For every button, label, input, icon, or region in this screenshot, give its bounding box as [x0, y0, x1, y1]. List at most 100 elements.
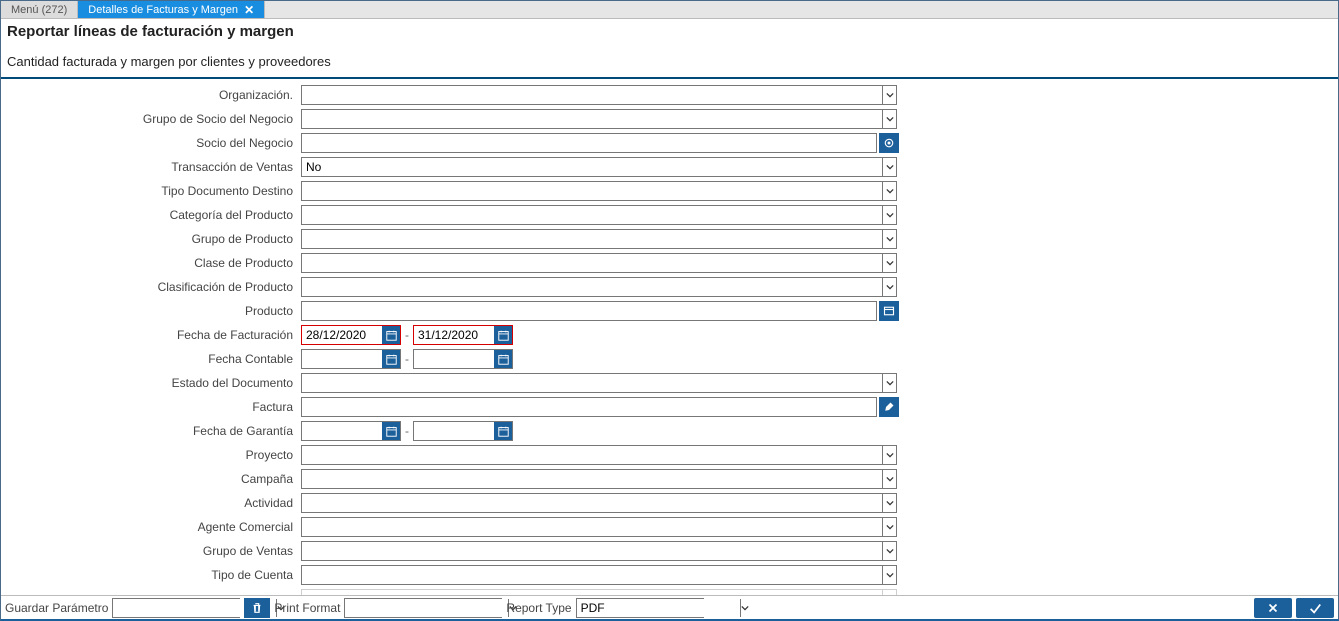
chevron-down-icon[interactable] — [882, 206, 896, 224]
label-factura: Factura — [1, 400, 301, 414]
input-fecha-fact-from[interactable] — [302, 326, 382, 344]
input-organizacion[interactable] — [302, 86, 882, 104]
tab-strip: Menú (272) Detalles de Facturas y Margen… — [1, 1, 1338, 19]
field-fecha-cont-from[interactable] — [301, 349, 401, 369]
chevron-down-icon[interactable] — [882, 446, 896, 464]
input-grupo-ventas[interactable] — [302, 542, 882, 560]
ok-button[interactable] — [1296, 598, 1334, 618]
chevron-down-icon[interactable] — [882, 590, 896, 595]
label-tipo-cuenta: Tipo de Cuenta — [1, 568, 301, 582]
calendar-icon[interactable] — [382, 326, 400, 344]
close-icon[interactable]: ✕ — [244, 3, 254, 17]
field-campana[interactable] — [301, 469, 897, 489]
input-cat-producto[interactable] — [302, 206, 882, 224]
field-cat-producto[interactable] — [301, 205, 897, 225]
input-fecha-cont-to[interactable] — [414, 350, 494, 368]
cancel-button[interactable] — [1254, 598, 1292, 618]
tab-menu[interactable]: Menú (272) — [1, 1, 78, 18]
label-cat-producto: Categoría del Producto — [1, 208, 301, 222]
field-clasif-producto[interactable] — [301, 277, 897, 297]
delete-param-button[interactable] — [244, 598, 270, 618]
field-producto[interactable] — [301, 301, 877, 321]
field-estado-doc[interactable] — [301, 373, 897, 393]
label-socio: Socio del Negocio — [1, 136, 301, 150]
lookup-socio-button[interactable] — [879, 133, 899, 153]
tab-active[interactable]: Detalles de Facturas y Margen ✕ — [78, 1, 265, 18]
input-fecha-fact-to[interactable] — [414, 326, 494, 344]
label-print-format: Print Format — [274, 601, 340, 615]
input-fecha-cont-from[interactable] — [302, 350, 382, 368]
field-fecha-fact-to[interactable] — [413, 325, 513, 345]
chevron-down-icon[interactable] — [882, 470, 896, 488]
field-next-hidden[interactable] — [301, 589, 897, 595]
field-txn-ventas[interactable] — [301, 157, 897, 177]
input-socio[interactable] — [302, 134, 876, 152]
input-clasif-producto[interactable] — [302, 278, 882, 296]
field-grupo-producto[interactable] — [301, 229, 897, 249]
chevron-down-icon[interactable] — [882, 110, 896, 128]
input-grupo-socio[interactable] — [302, 110, 882, 128]
field-grupo-socio[interactable] — [301, 109, 897, 129]
calendar-icon[interactable] — [382, 350, 400, 368]
chevron-down-icon[interactable] — [882, 158, 896, 176]
field-tipo-doc-destino[interactable] — [301, 181, 897, 201]
field-tipo-cuenta[interactable] — [301, 565, 897, 585]
field-agente[interactable] — [301, 517, 897, 537]
field-organizacion[interactable] — [301, 85, 897, 105]
lookup-factura-button[interactable] — [879, 397, 899, 417]
chevron-down-icon[interactable] — [882, 86, 896, 104]
input-estado-doc[interactable] — [302, 374, 882, 392]
label-guardar-param: Guardar Parámetro — [5, 601, 108, 615]
calendar-icon[interactable] — [494, 326, 512, 344]
lookup-producto-button[interactable] — [879, 301, 899, 321]
chevron-down-icon[interactable] — [882, 518, 896, 536]
label-grupo-socio: Grupo de Socio del Negocio — [1, 112, 301, 126]
chevron-down-icon[interactable] — [882, 494, 896, 512]
input-actividad[interactable] — [302, 494, 882, 512]
field-factura[interactable] — [301, 397, 877, 417]
calendar-icon[interactable] — [494, 422, 512, 440]
chevron-down-icon[interactable] — [882, 182, 896, 200]
label-txn-ventas: Transacción de Ventas — [1, 160, 301, 174]
input-campana[interactable] — [302, 470, 882, 488]
tab-menu-label: Menú (272) — [11, 4, 67, 16]
field-report-type[interactable] — [576, 598, 704, 618]
input-proyecto[interactable] — [302, 446, 882, 464]
input-report-type[interactable] — [577, 599, 740, 617]
range-dash: - — [401, 328, 413, 342]
input-tipo-doc-destino[interactable] — [302, 182, 882, 200]
calendar-icon[interactable] — [494, 350, 512, 368]
field-proyecto[interactable] — [301, 445, 897, 465]
chevron-down-icon[interactable] — [882, 542, 896, 560]
field-fecha-fact-from[interactable] — [301, 325, 401, 345]
input-print-format[interactable] — [345, 599, 508, 617]
input-grupo-producto[interactable] — [302, 230, 882, 248]
field-fecha-cont-to[interactable] — [413, 349, 513, 369]
label-proyecto: Proyecto — [1, 448, 301, 462]
input-fecha-garantia-from[interactable] — [302, 422, 382, 440]
field-guardar-param[interactable] — [112, 598, 240, 618]
input-clase-producto[interactable] — [302, 254, 882, 272]
field-actividad[interactable] — [301, 493, 897, 513]
input-agente[interactable] — [302, 518, 882, 536]
field-socio[interactable] — [301, 133, 877, 153]
chevron-down-icon[interactable] — [882, 566, 896, 584]
chevron-down-icon[interactable] — [882, 230, 896, 248]
field-clase-producto[interactable] — [301, 253, 897, 273]
chevron-down-icon[interactable] — [882, 278, 896, 296]
chevron-down-icon[interactable] — [740, 599, 749, 617]
field-grupo-ventas[interactable] — [301, 541, 897, 561]
form-area: Organización. Grupo de Socio del Negocio… — [1, 79, 1338, 595]
field-print-format[interactable] — [344, 598, 502, 618]
calendar-icon[interactable] — [382, 422, 400, 440]
field-fecha-garantia-from[interactable] — [301, 421, 401, 441]
input-txn-ventas[interactable] — [302, 158, 882, 176]
input-producto[interactable] — [302, 302, 876, 320]
chevron-down-icon[interactable] — [882, 254, 896, 272]
field-fecha-garantia-to[interactable] — [413, 421, 513, 441]
chevron-down-icon[interactable] — [882, 374, 896, 392]
input-factura[interactable] — [302, 398, 876, 416]
input-fecha-garantia-to[interactable] — [414, 422, 494, 440]
label-fecha-fact: Fecha de Facturación — [1, 328, 301, 342]
input-tipo-cuenta[interactable] — [302, 566, 882, 584]
